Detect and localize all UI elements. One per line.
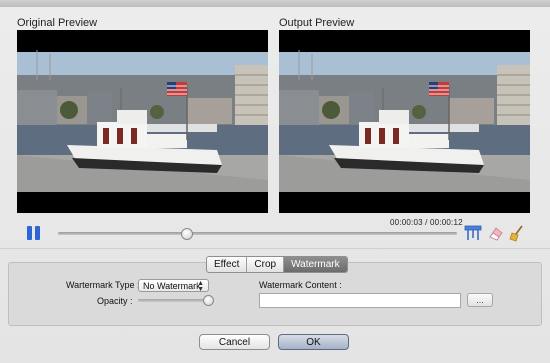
broom-icon [509, 225, 523, 242]
ok-button[interactable]: OK [278, 334, 349, 350]
watermark-type-value: No Watermark [143, 281, 201, 291]
cancel-button[interactable]: Cancel [199, 334, 270, 350]
watermark-type-select[interactable]: No Watermark ▲ ▼ [138, 279, 209, 293]
timeline-track[interactable] [58, 232, 457, 235]
eraser-icon [489, 227, 503, 241]
tab-watermark[interactable]: Watermark [284, 257, 347, 272]
browse-button[interactable]: ... [467, 293, 493, 307]
eraser-button[interactable] [487, 224, 505, 242]
divider [0, 248, 550, 249]
clean-button[interactable] [508, 224, 526, 242]
output-preview-video [279, 30, 530, 213]
watermark-type-label: Wartermark Type : [66, 280, 140, 290]
crop-tool-button[interactable] [464, 224, 482, 242]
pause-button[interactable] [27, 226, 41, 240]
original-preview-title: Original Preview [17, 17, 98, 29]
timeline-scrubber-knob[interactable] [180, 228, 193, 240]
crop-tool-icon [464, 225, 482, 240]
time-readout: 00:00:03 / 00:00:12 [390, 218, 463, 227]
opacity-label: Opacity : [97, 296, 133, 306]
watermark-content-label: Watermark Content : [259, 280, 342, 290]
edit-tab-bar: Effect Crop Watermark [206, 256, 348, 273]
pause-icon-bar [35, 226, 40, 240]
tab-crop[interactable]: Crop [247, 257, 285, 272]
watermark-content-input[interactable] [259, 293, 461, 308]
original-preview-video [17, 30, 268, 213]
opacity-slider-knob[interactable] [203, 295, 214, 306]
pause-icon [27, 226, 32, 240]
select-arrows-icon: ▲ ▼ [197, 280, 204, 293]
output-preview-title: Output Preview [279, 17, 355, 29]
opacity-slider-track[interactable] [138, 299, 208, 302]
tab-effect[interactable]: Effect [207, 257, 248, 272]
